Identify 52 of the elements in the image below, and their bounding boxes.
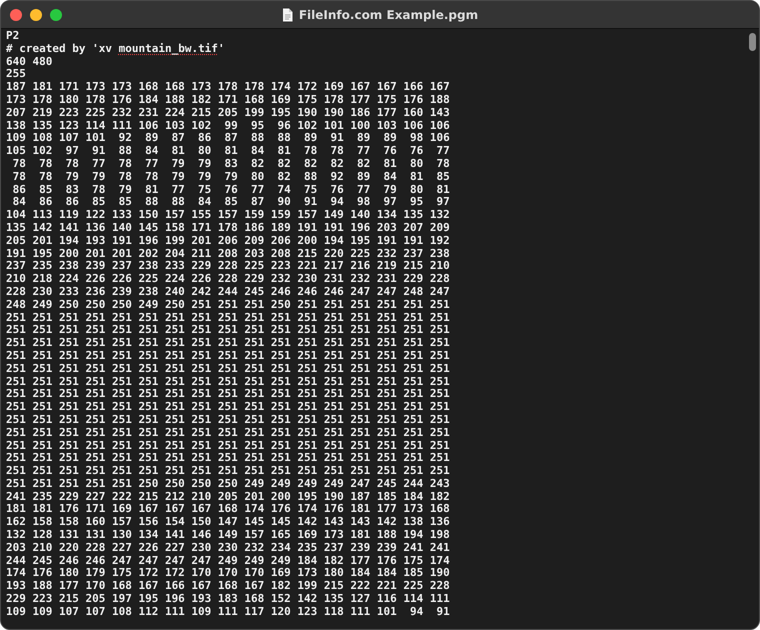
window-title: FileInfo.com Example.pgm xyxy=(298,8,478,22)
text-line: 138 135 123 114 111 106 103 102 99 95 96 102 101 100 103 106 106 xyxy=(6,120,450,132)
text-line: 251 251 251 251 251 251 251 251 251 251 251 251 251 251 251 251 251 xyxy=(6,465,450,478)
text-line: 251 251 251 251 251 251 251 251 251 251 251 251 251 251 251 251 251 xyxy=(6,401,450,414)
text-line: 187 181 171 173 173 168 168 173 178 178 174 172 169 167 167 166 167 xyxy=(6,81,450,94)
document-icon xyxy=(282,8,293,22)
text-line: 251 251 251 251 251 251 251 251 251 251 251 251 251 251 251 251 251 xyxy=(6,337,450,350)
text-line: 84 86 86 85 85 88 88 84 85 87 90 91 94 98 97 95 97 xyxy=(12,196,450,210)
text-line: 251 251 251 251 251 251 251 251 251 251 251 251 251 251 251 251 251 xyxy=(6,426,450,440)
close-button[interactable] xyxy=(10,8,22,20)
text-line: 237 235 238 239 237 238 233 229 228 225 223 221 217 216 219 215 210 xyxy=(6,260,450,274)
text-line: 251 251 251 251 251 251 251 251 251 251 251 251 251 251 251 251 251 xyxy=(6,452,450,466)
text-line: 251 251 251 251 251 251 251 251 251 251 251 251 251 251 251 251 251 xyxy=(6,388,450,402)
zoom-button[interactable] xyxy=(50,8,62,20)
text-line: 105 102 97 91 88 84 81 80 81 84 81 78 78 77 76 76 77 xyxy=(6,145,450,158)
text-line: 78 78 79 79 78 78 79 79 79 80 82 88 92 89 84 81 85 xyxy=(12,170,450,184)
text-line: 78 78 78 77 78 77 79 79 83 82 82 82 82 82 81 80 78 xyxy=(12,158,450,171)
text-line: 207 219 223 225 232 231 224 215 205 199 195 190 190 186 177 160 143 xyxy=(6,106,450,120)
text-line: 251 251 251 251 251 251 251 251 251 251 251 251 251 251 251 251 251 xyxy=(6,440,450,452)
text-line: 255 xyxy=(6,68,26,82)
text-line: 244 245 246 246 247 247 247 247 249 249 249 184 182 177 176 175 174 xyxy=(6,554,450,568)
text-line: 210 218 224 226 226 225 224 226 228 229 232 230 231 232 231 229 228 xyxy=(6,273,450,286)
text-line: P2 xyxy=(6,30,20,43)
text-line: 228 230 233 236 239 238 240 242 244 245 246 246 246 247 247 248 247 xyxy=(6,286,450,299)
text-line: 135 142 141 136 140 145 158 171 178 186 189 191 191 196 203 207 209 xyxy=(6,222,450,235)
text-line: 109 108 107 101 92 89 87 86 87 88 88 89 91 89 89 98 106 xyxy=(6,132,450,146)
text-line: 104 113 119 122 133 150 157 155 157 159 159 157 149 140 134 135 132 xyxy=(6,209,450,222)
text-line: 251 251 251 251 251 251 251 251 251 251 251 251 251 251 251 251 251 xyxy=(6,350,450,363)
text-line: 251 251 251 251 251 251 251 251 251 251 251 251 251 251 251 251 251 xyxy=(6,376,450,388)
text-line: 251 251 251 251 251 251 251 251 251 251 251 251 251 251 251 251 251 xyxy=(6,362,450,376)
text-line: 193 188 177 170 168 167 166 167 168 167 182 199 215 222 221 225 228 xyxy=(6,580,450,594)
text-line: 248 249 250 250 250 249 250 251 251 251 250 251 251 251 251 251 251 xyxy=(6,298,450,312)
text-line: # created by 'xv mountain_bw.tif' xyxy=(6,42,225,56)
text-line: 241 235 229 227 222 215 212 210 205 201 200 195 190 187 185 184 182 xyxy=(6,490,450,504)
text-line: 229 223 215 205 197 195 196 193 183 168 152 142 135 127 116 114 111 xyxy=(6,593,450,606)
text-line: 251 251 251 251 251 250 250 250 250 249 249 249 249 247 245 244 243 xyxy=(6,478,450,491)
text-line: 86 85 83 78 79 81 77 75 76 77 74 75 76 77 79 80 81 xyxy=(12,184,450,196)
text-line: 191 195 200 201 201 202 204 211 208 203 208 215 220 225 232 237 238 xyxy=(6,248,450,260)
text-line: 173 178 180 178 176 184 188 182 171 168 169 175 178 177 175 176 188 xyxy=(6,94,450,107)
text-line: 251 251 251 251 251 251 251 251 251 251 251 251 251 251 251 251 251 xyxy=(6,312,450,324)
minimize-button[interactable] xyxy=(30,8,42,20)
text-line: 132 128 131 131 130 134 141 146 149 157 165 169 173 181 188 194 198 xyxy=(6,529,450,542)
text-line: 640 480 xyxy=(6,56,52,68)
text-line: 181 181 176 171 169 167 167 167 168 174 176 174 176 181 177 173 168 xyxy=(6,503,450,516)
scroll-thumb[interactable] xyxy=(748,33,756,51)
text-line: 162 158 158 160 157 156 154 150 147 145 145 142 143 143 142 138 136 xyxy=(6,516,450,530)
text-line: 251 251 251 251 251 251 251 251 251 251 251 251 251 251 251 251 251 xyxy=(6,324,450,338)
text-line: 205 201 194 193 191 196 199 201 206 209 206 200 194 195 191 191 192 xyxy=(6,234,450,248)
text-line: 203 210 220 228 227 226 227 230 230 232 234 235 237 239 239 241 241 xyxy=(6,542,450,555)
text-line: 109 109 107 107 108 112 111 109 111 117 120 123 118 111 101 94 91 xyxy=(6,606,450,619)
text-line: 174 176 180 179 175 172 172 170 170 170 169 173 180 184 184 185 190 xyxy=(6,567,450,580)
text-line: 251 251 251 251 251 251 251 251 251 251 251 251 251 251 251 251 251 xyxy=(6,414,450,427)
